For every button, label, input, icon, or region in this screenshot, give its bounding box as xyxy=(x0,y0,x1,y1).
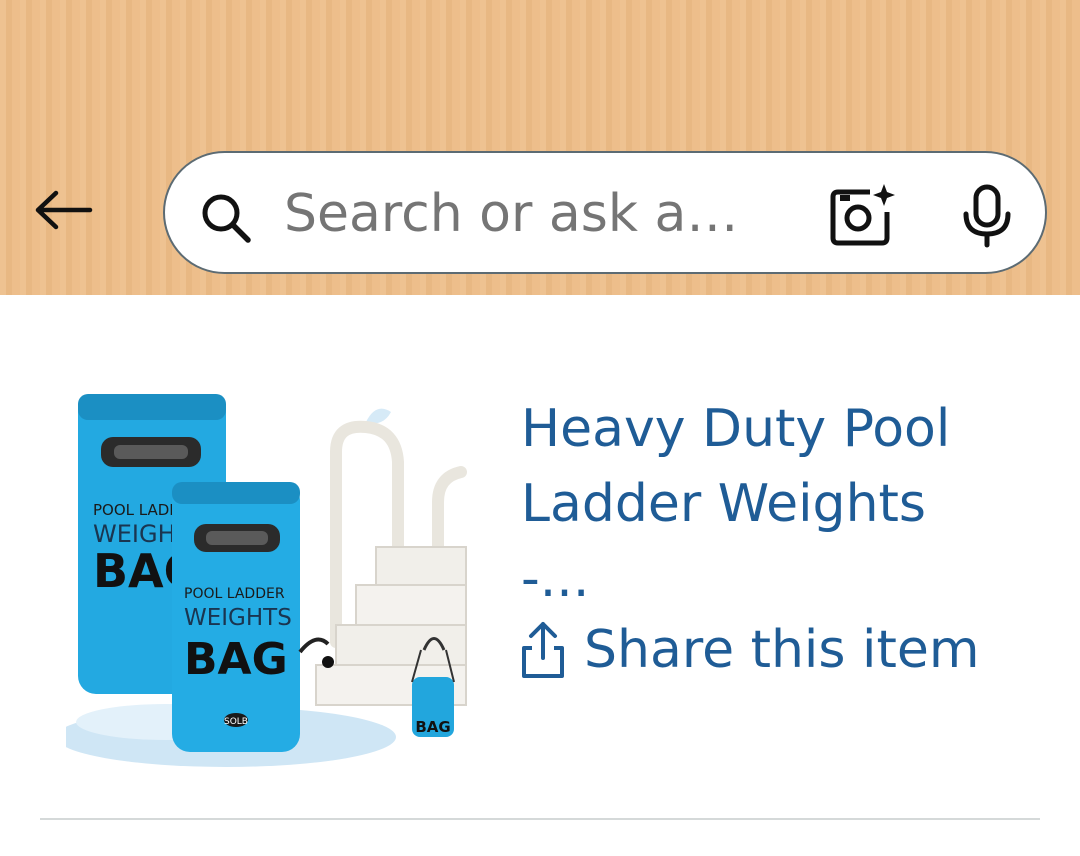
microphone-icon[interactable] xyxy=(958,184,1016,248)
back-button[interactable] xyxy=(30,178,98,242)
divider xyxy=(40,818,1040,820)
product-title-line1: Heavy Duty Pool xyxy=(521,399,951,459)
search-icon xyxy=(202,194,251,243)
arrow-left-icon xyxy=(35,190,93,230)
product-photo: BAG POOL LADDER WEIGHTS BAG POOL LADDER … xyxy=(56,382,474,768)
small-bag-text: BAG xyxy=(415,718,450,736)
front-bag-brand: SOLB xyxy=(224,717,248,727)
front-bag-line3: BAG xyxy=(184,634,288,685)
product-image[interactable]: BAG POOL LADDER WEIGHTS BAG POOL LADDER … xyxy=(56,382,474,768)
front-bag-line2: WEIGHTS xyxy=(184,605,292,631)
share-item-button[interactable]: Share this item xyxy=(518,620,979,680)
front-bag-line1: POOL LADDER xyxy=(184,586,285,602)
share-icon xyxy=(522,622,564,678)
search-input[interactable] xyxy=(284,178,784,250)
product-title-line2: Ladder Weights xyxy=(521,474,927,534)
product-title[interactable]: Heavy Duty Pool Ladder Weights -... xyxy=(521,392,1041,617)
product-title-line3: -... xyxy=(521,549,590,609)
share-label: Share this item xyxy=(584,620,980,680)
camera-search-icon[interactable] xyxy=(826,182,896,248)
